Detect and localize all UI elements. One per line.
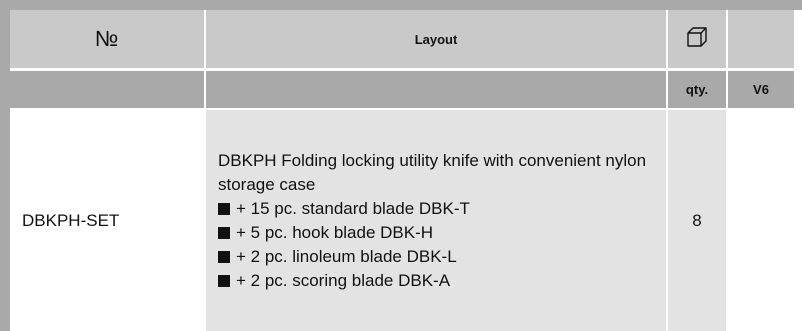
bullet-square-icon <box>218 250 230 263</box>
bullet-square-icon <box>218 226 230 239</box>
qty-label: qty. <box>685 82 709 97</box>
list-item: + 5 pc. hook blade DBK-H <box>218 221 652 245</box>
layout-label: Layout <box>414 31 458 47</box>
left-border <box>0 0 10 331</box>
list-item: + 15 pc. standard blade DBK-T <box>218 197 652 221</box>
list-item-text: + 2 pc. linoleum blade DBK-L <box>236 246 457 266</box>
list-item-text: + 2 pc. scoring blade DBK-A <box>236 270 451 290</box>
number-label: № <box>94 26 120 51</box>
list-item: + 2 pc. linoleum blade DBK-L <box>218 245 652 269</box>
list-item-text: + 15 pc. standard blade DBK-T <box>236 198 470 218</box>
product-table-frame: № Layout qty. V6 DBKPH-SET DBKPH Folding… <box>0 0 802 331</box>
list-item-text: + 5 pc. hook blade DBK-H <box>236 222 434 242</box>
layout-header: Layout <box>206 10 666 68</box>
box-icon <box>685 25 709 54</box>
v6-header <box>728 10 794 68</box>
product-description-cell: DBKPH Folding locking utility knife with… <box>206 110 666 331</box>
quantity-cell: 8 <box>668 110 726 331</box>
quantity-value: 8 <box>692 210 702 230</box>
product-code: DBKPH-SET <box>22 210 120 230</box>
top-border <box>0 0 802 10</box>
v6-subheader: V6 <box>728 71 794 108</box>
v6-cell <box>728 110 794 331</box>
product-description-text: DBKPH Folding locking utility knife with… <box>218 150 647 194</box>
number-header: № <box>10 10 204 68</box>
v6-label: V6 <box>753 82 769 97</box>
number-subheader <box>10 71 204 108</box>
bullet-square-icon <box>218 274 230 287</box>
list-item: + 2 pc. scoring blade DBK-A <box>218 269 652 293</box>
bullet-square-icon <box>218 202 230 215</box>
product-code-cell: DBKPH-SET <box>10 110 204 331</box>
product-description: DBKPH Folding locking utility knife with… <box>218 149 652 293</box>
quantity-header <box>668 10 726 68</box>
product-table: № Layout qty. V6 DBKPH-SET DBKPH Folding… <box>10 10 794 331</box>
qty-subheader: qty. <box>668 71 726 108</box>
layout-subheader <box>206 71 666 108</box>
